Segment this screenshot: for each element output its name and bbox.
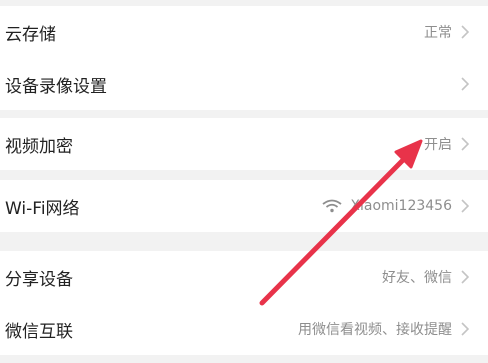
recording-settings-label: 设备录像设置 xyxy=(5,76,107,97)
video-encryption-row[interactable]: 视频加密 开启 xyxy=(0,118,488,170)
cloud-storage-label: 云存储 xyxy=(5,24,56,45)
wechat-connect-row[interactable]: 微信互联 用微信看视频、接收提醒 xyxy=(0,303,488,355)
wechat-connect-label: 微信互联 xyxy=(5,321,73,342)
share-device-row[interactable]: 分享设备 好友、微信 xyxy=(0,251,488,303)
share-device-label: 分享设备 xyxy=(5,269,73,290)
wifi-network-row[interactable]: Wi-Fi网络 Xiaomi123456 xyxy=(0,180,488,232)
video-encryption-label: 视频加密 xyxy=(5,136,73,157)
chevron-right-icon xyxy=(458,268,472,286)
chevron-right-icon xyxy=(458,197,472,215)
cloud-storage-status: 正常 xyxy=(424,25,452,41)
chevron-right-icon xyxy=(458,320,472,338)
wifi-icon xyxy=(322,199,342,213)
chevron-right-icon xyxy=(458,23,472,41)
wifi-network-value: Xiaomi123456 xyxy=(322,198,452,214)
share-device-value: 好友、微信 xyxy=(382,270,452,286)
chevron-right-icon xyxy=(458,135,472,153)
wifi-ssid: Xiaomi123456 xyxy=(350,198,452,214)
settings-group-encryption: 视频加密 开启 xyxy=(0,118,488,170)
recording-settings-row[interactable]: 设备录像设置 xyxy=(0,58,488,110)
video-encryption-status: 开启 xyxy=(424,137,452,153)
settings-page: 云存储 正常 设备录像设置 视频加密 开启 Wi-Fi网络 Xiaomi1234… xyxy=(0,0,488,363)
settings-group-network: Wi-Fi网络 Xiaomi123456 xyxy=(0,180,488,232)
wechat-connect-value: 用微信看视频、接收提醒 xyxy=(298,322,452,338)
chevron-right-icon xyxy=(458,75,472,93)
settings-group-sharing: 分享设备 好友、微信 微信互联 用微信看视频、接收提醒 xyxy=(0,251,488,355)
wifi-network-label: Wi-Fi网络 xyxy=(5,198,80,219)
cloud-storage-row[interactable]: 云存储 正常 xyxy=(0,6,488,58)
settings-group-storage: 云存储 正常 设备录像设置 xyxy=(0,6,488,110)
